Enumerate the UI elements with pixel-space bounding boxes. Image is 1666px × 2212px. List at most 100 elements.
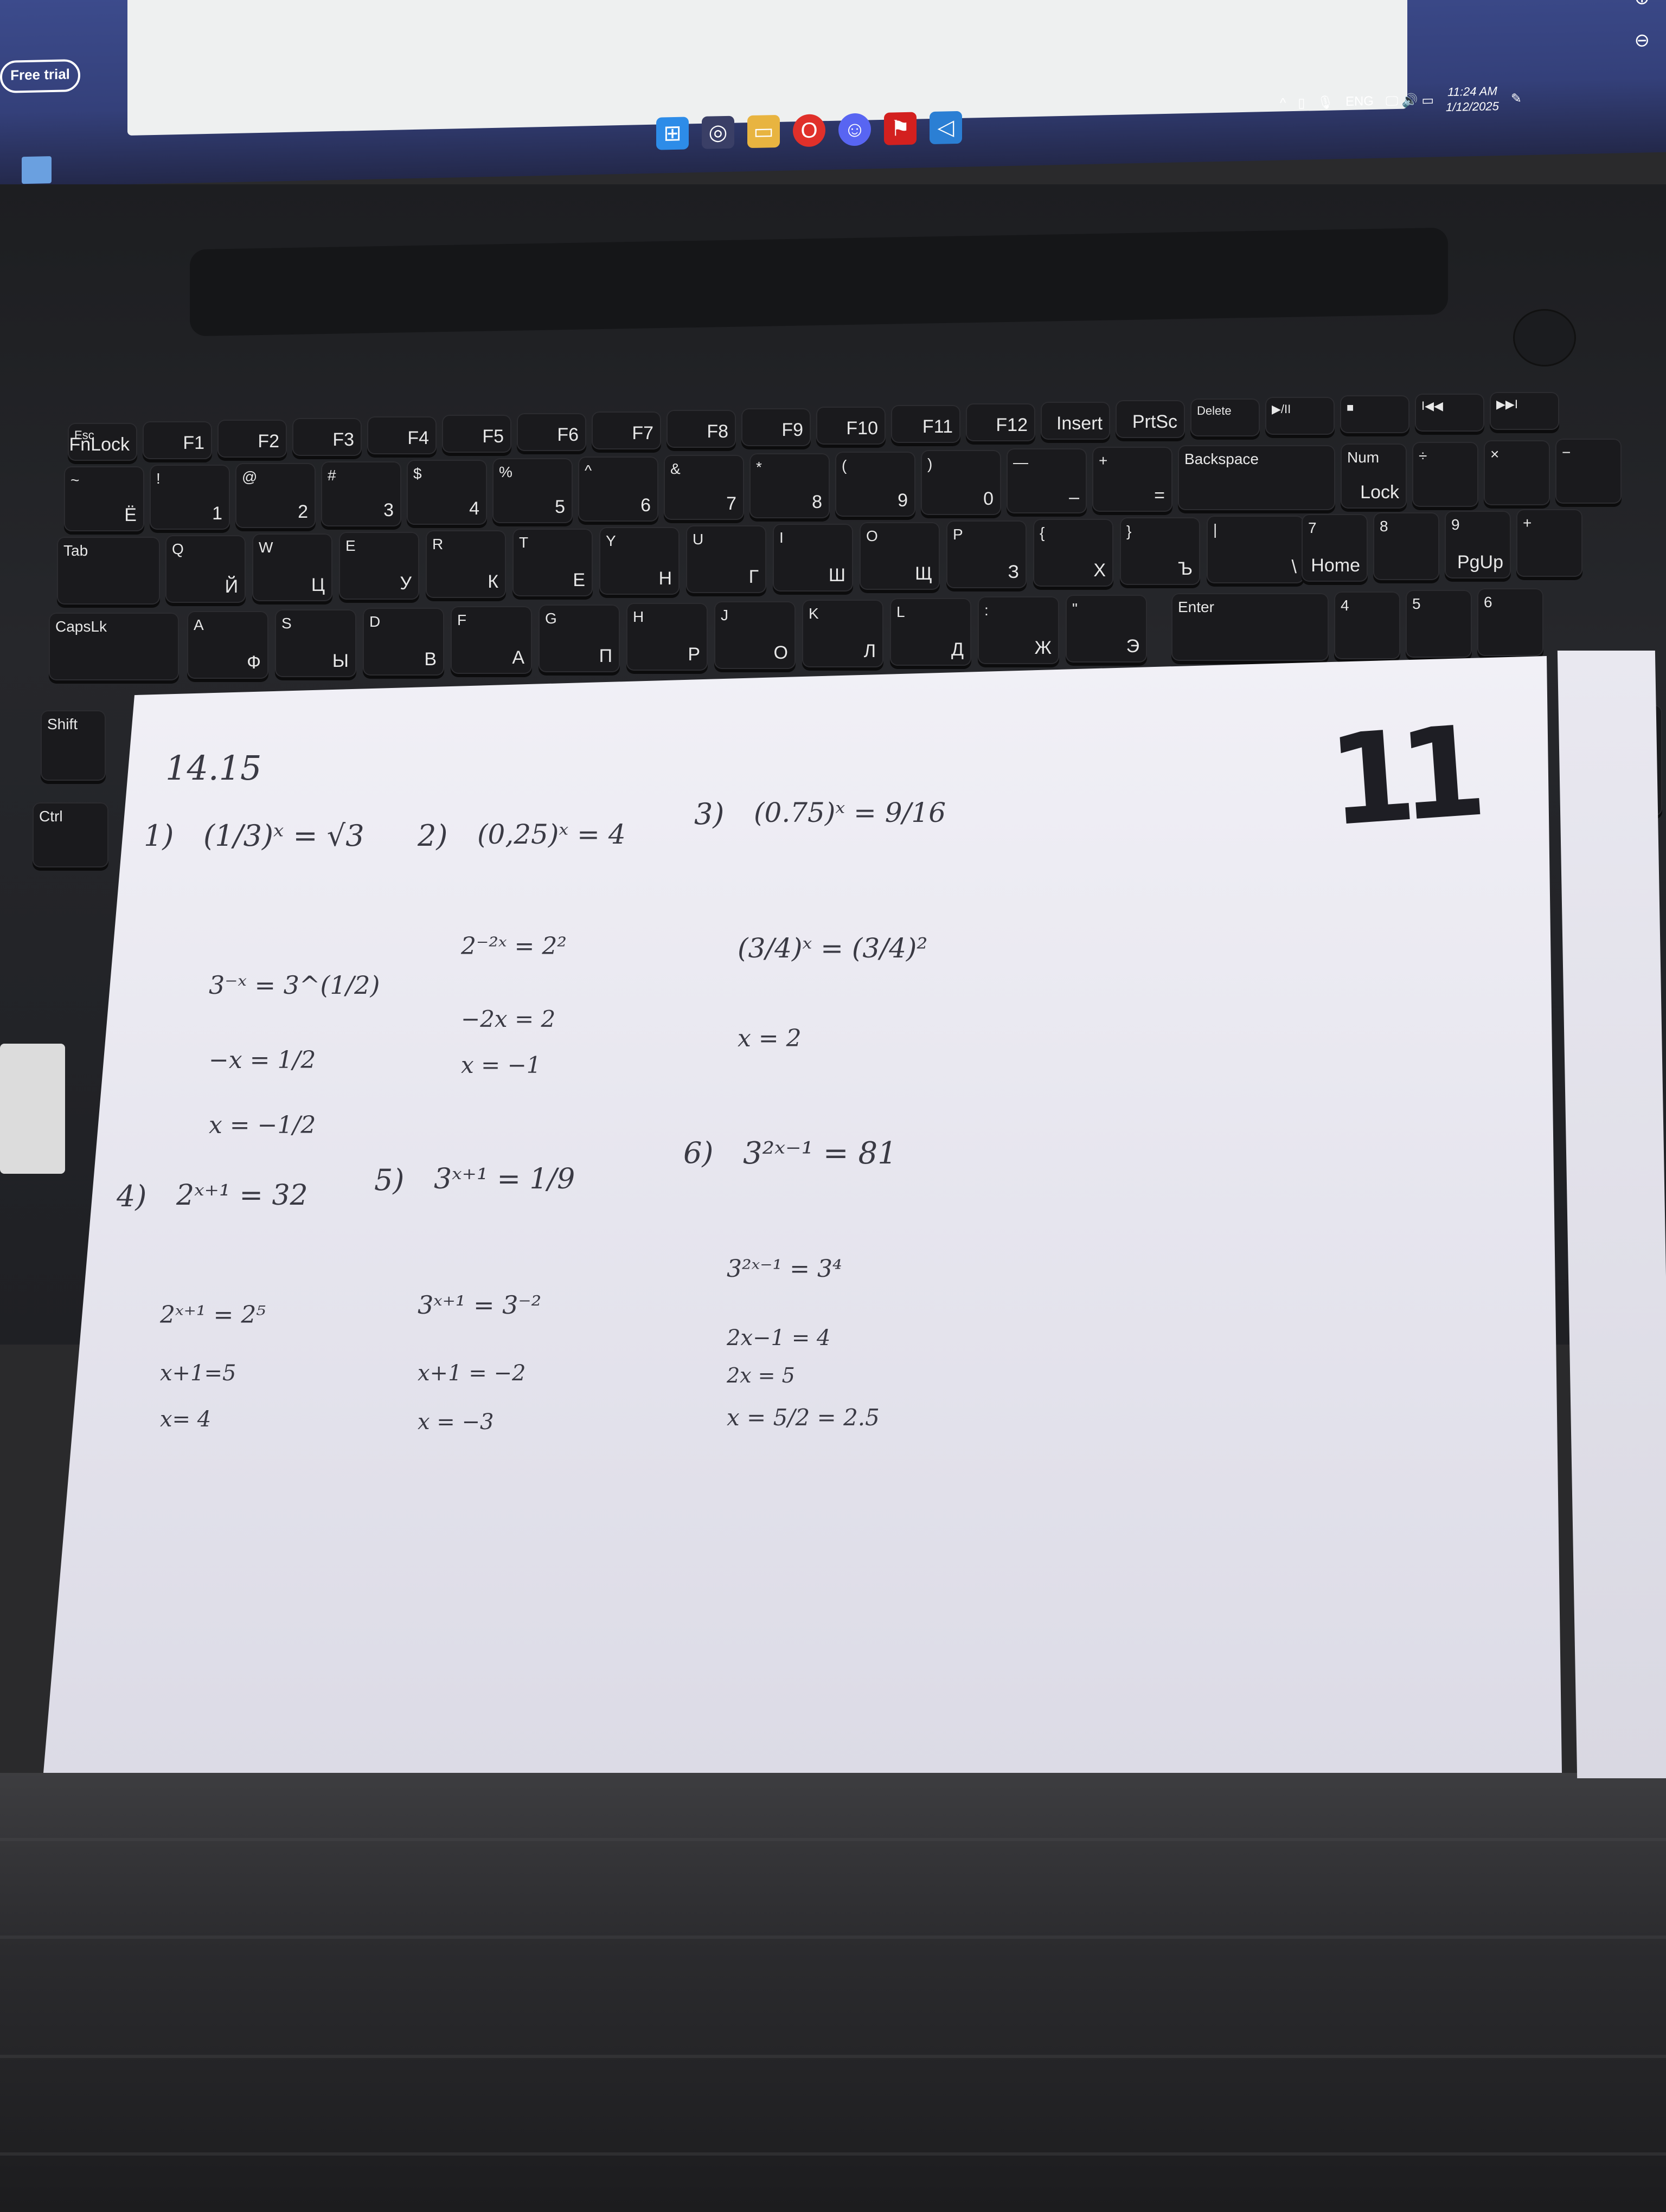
fn-key-5[interactable]: F5 [442,415,511,453]
file-explorer-icon[interactable]: ▭ [747,114,780,149]
key-row2-11[interactable]: {Х [1033,519,1113,587]
key-row1-0[interactable]: ~ Ё [64,466,144,531]
key-row2-15[interactable]: 8 [1373,512,1439,580]
widgets-icon[interactable] [22,156,52,184]
key-row1-7[interactable]: & 7 [664,455,744,520]
key-row3-6[interactable]: HР [626,603,708,671]
fn-key-10[interactable]: F10 [816,407,886,445]
key-row2-4[interactable]: RК [426,530,506,598]
fn-key-17[interactable]: ■ [1340,395,1409,433]
key-row3-11[interactable]: " Э [1066,595,1147,663]
key-row1-15[interactable]: ÷ [1412,442,1478,507]
key-row2-16[interactable]: 9 PgUp [1445,511,1511,578]
zoom-out-icon[interactable]: ⊖ [1635,29,1650,52]
key-row1-5[interactable]: % 5 [492,458,573,523]
opera-icon[interactable]: O [793,114,825,147]
key-row2-0[interactable]: Tab [57,537,160,605]
fn-key-19[interactable]: ▶▶I [1490,392,1559,430]
key-label: Q [172,541,184,557]
fn-key-7[interactable]: F7 [592,411,661,449]
key-row3-4[interactable]: FА [451,606,532,674]
fn-key-1[interactable]: F1 [143,421,212,459]
key-row2-5[interactable]: TЕ [512,529,593,596]
key-row1-3[interactable]: #3 [321,461,401,526]
key-row2-3[interactable]: EУ [339,532,419,600]
key-row3-3[interactable]: DВ [363,608,444,676]
fn-key-2[interactable]: F2 [217,420,287,458]
key-row1-4[interactable]: $4 [407,460,487,525]
language-indicator[interactable]: ENG [1345,94,1374,110]
key-row1-2[interactable]: @2 [235,463,316,528]
key-row3-1[interactable]: AФ [187,611,268,679]
key-row3-15[interactable]: 6 [1477,588,1543,656]
fn-key-0[interactable]: Esc FnLock [68,423,137,461]
fn-key-3[interactable]: F3 [292,418,362,456]
key-sublabel: З [1008,562,1019,582]
ctrl-key[interactable]: Ctrl [33,802,108,867]
key-sublabel: Ы [332,651,349,671]
fn-key-16[interactable]: ▶/II [1265,397,1335,435]
key-row3-13[interactable]: 4 [1334,591,1400,659]
free-trial-button[interactable]: Free trial [0,59,80,93]
acrobat-icon[interactable]: ⚑ [884,112,917,145]
key-row1-16[interactable]: × [1484,440,1550,505]
key-row2-14[interactable]: 7 Home [1302,514,1368,582]
fn-key-12[interactable]: F12 [966,403,1035,441]
key-row3-7[interactable]: JО [714,601,796,669]
key-row2-9[interactable]: OЩ [860,522,940,590]
zoom-in-icon[interactable]: ⊕ [1635,0,1650,9]
key-row2-6[interactable]: YН [599,527,680,595]
clock[interactable]: 11:24 AM 1/12/2025 [1446,83,1499,115]
key-row2-2[interactable]: WЦ [252,533,332,601]
key-row2-13[interactable]: | \ [1207,516,1304,583]
key-row3-12[interactable]: Enter [1171,593,1329,661]
shift-key[interactable]: Shift [41,710,106,781]
fn-key-9[interactable]: F9 [741,408,811,446]
fn-key-8[interactable]: F8 [667,410,736,448]
fn-key-14[interactable]: PrtSc [1116,400,1185,438]
chevron-up-icon[interactable]: ^ [1280,95,1286,111]
fn-key-6[interactable]: F6 [517,413,586,451]
key-row2-12[interactable]: } Ъ [1120,517,1200,585]
chrome-icon[interactable]: ◎ [702,115,734,149]
key-sublabel: 6 [640,495,651,516]
key-row1-10[interactable]: ) 0 [921,450,1001,515]
network-speaker-battery-icon[interactable]: 🖵 🔊 ▭ [1386,92,1434,109]
key-row3-5[interactable]: GП [539,605,620,672]
clock-date: 1/12/2025 [1446,99,1499,114]
notifications-icon[interactable]: ✎ [1511,91,1522,106]
key-row1-9[interactable]: (9 [835,452,915,517]
fn-key-11[interactable]: F11 [891,405,960,443]
key-row3-2[interactable]: SЫ [275,609,356,677]
vscode-icon[interactable]: ◁ [930,111,962,145]
key-row1-1[interactable]: ! 1 [150,465,230,530]
key-sublabel: Х [1093,560,1106,581]
key-row1-8[interactable]: * 8 [749,453,830,518]
fn-key-13[interactable]: Insert [1041,402,1110,440]
key-row1-12[interactable]: + = [1092,447,1172,512]
key-row3-9[interactable]: LД [890,598,971,666]
fn-key-4[interactable]: F4 [367,416,437,454]
fn-key-18[interactable]: I◀◀ [1415,394,1484,432]
key-row1-13[interactable]: Backspace [1178,445,1335,510]
windows-start-icon[interactable]: ⊞ [656,117,689,150]
key-row3-10[interactable]: :Ж [978,596,1059,664]
key-row2-17[interactable]: + [1516,509,1582,577]
key-row2-7[interactable]: UГ [686,525,766,593]
discord-icon[interactable]: ☺ [838,113,871,146]
key-row2-1[interactable]: QЙ [165,535,246,603]
key-row2-10[interactable]: PЗ [946,520,1027,588]
microphone-icon[interactable]: 🎙 [1317,94,1333,111]
fn-key-15[interactable]: Delete [1190,398,1260,436]
key-row1-6[interactable]: ^ 6 [578,456,658,522]
problem-step: 3²ˣ⁻¹ = 3⁴ [727,1255,842,1283]
key-row1-14[interactable]: Num Lock [1341,443,1407,509]
key-row2-8[interactable]: IШ [773,524,853,591]
key-row1-17[interactable]: − [1555,439,1622,504]
key-row3-8[interactable]: KЛ [802,600,883,667]
phone-link-icon[interactable]: ▯ [1298,95,1305,111]
key-row1-11[interactable]: — – [1007,448,1087,513]
key-row3-0[interactable]: CapsLk [49,613,179,680]
power-button[interactable] [1513,309,1576,366]
key-row3-14[interactable]: 5 [1406,590,1472,658]
